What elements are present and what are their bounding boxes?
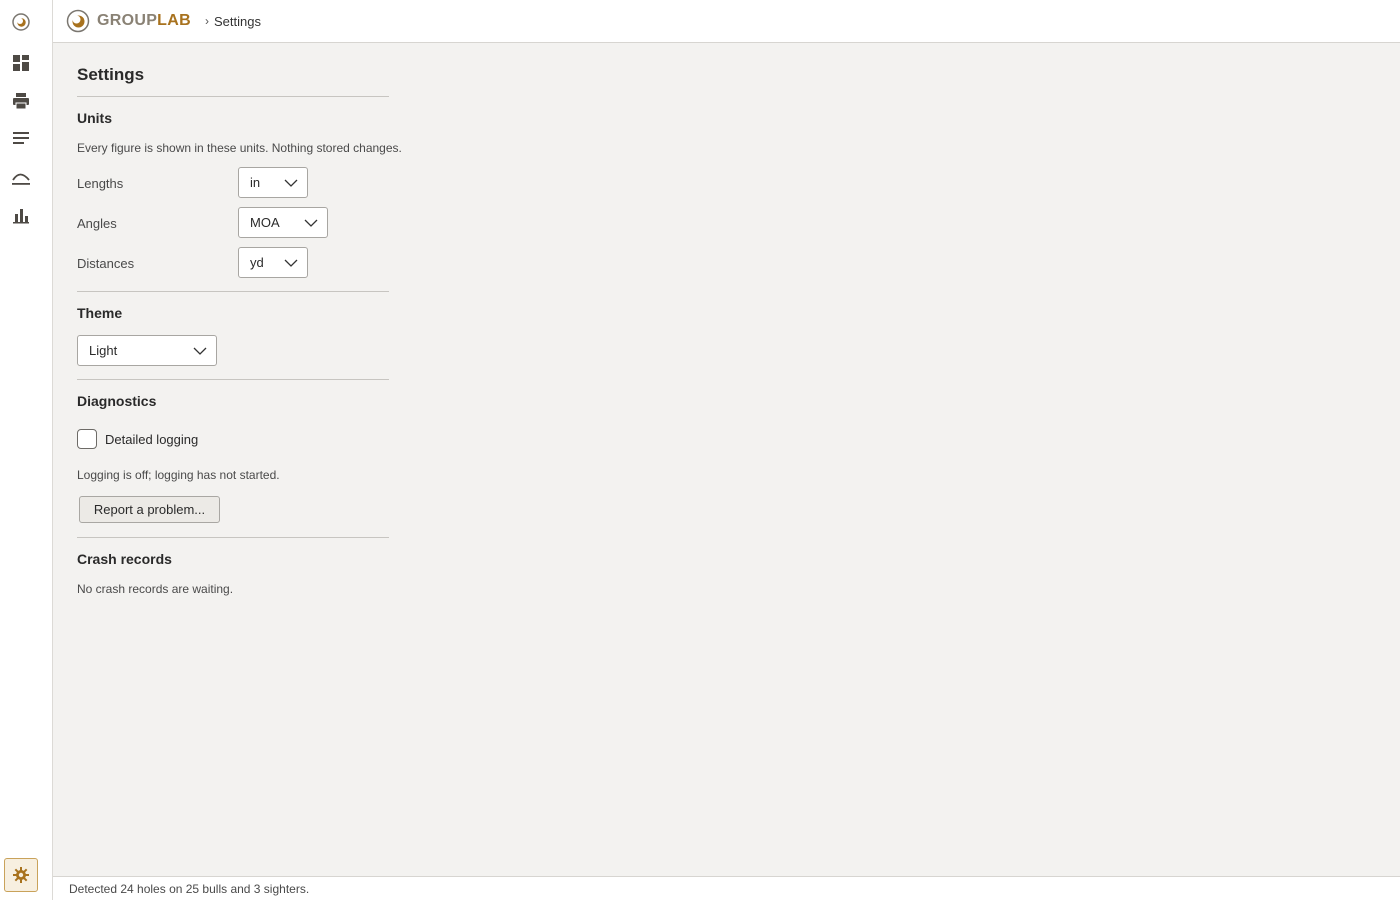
lengths-label: Lengths — [77, 176, 124, 191]
dashboard-grid-icon — [13, 55, 29, 71]
brand-name[interactable]: GROUPLAB — [97, 12, 191, 30]
status-text: Detected 24 holes on 25 bulls and 3 sigh… — [69, 882, 310, 896]
page-title: Settings — [77, 65, 145, 84]
rail-stats-button[interactable] — [8, 202, 34, 228]
diagnostics-section-title: Diagnostics — [77, 393, 157, 409]
report-problem-button[interactable]: Report a problem... — [79, 496, 220, 523]
crash-records-section-title: Crash records — [77, 551, 172, 567]
left-rail — [0, 0, 53, 900]
chevron-down-icon — [304, 219, 318, 227]
theme-section-title: Theme — [77, 305, 123, 321]
divider — [77, 379, 389, 380]
chevron-down-icon — [284, 259, 298, 267]
distances-label: Distances — [77, 256, 135, 271]
brand-logo-icon — [66, 9, 90, 33]
chevron-down-icon — [284, 179, 298, 187]
rail-home-button[interactable] — [8, 9, 34, 35]
rail-trajectory-button[interactable] — [8, 164, 34, 190]
logo-target-icon — [12, 13, 30, 31]
crash-records-status-text: No crash records are waiting. — [77, 582, 234, 596]
angles-select[interactable]: MOA — [238, 207, 328, 238]
angles-label: Angles — [77, 216, 117, 231]
brand-name-part1: GROUP — [97, 12, 158, 29]
theme-select-value: Light — [89, 343, 118, 358]
lengths-select[interactable]: in — [238, 167, 308, 198]
units-help-text: Every figure is shown in these units. No… — [77, 141, 402, 155]
gear-icon — [13, 867, 29, 883]
breadcrumb-separator: › — [204, 14, 209, 28]
distances-select-value: yd — [250, 255, 264, 270]
bar-chart-icon — [13, 209, 29, 224]
distances-select[interactable]: yd — [238, 247, 308, 278]
trajectory-arc-icon — [12, 173, 30, 185]
units-section-title: Units — [77, 110, 112, 126]
angles-select-value: MOA — [250, 215, 280, 230]
divider — [77, 291, 389, 292]
theme-select[interactable]: Light — [77, 335, 217, 366]
breadcrumb-current: Settings — [213, 13, 261, 29]
divider — [77, 537, 389, 538]
rail-settings-button[interactable] — [4, 858, 38, 892]
lengths-select-value: in — [250, 175, 261, 190]
detailed-logging-checkbox[interactable] — [77, 429, 97, 449]
rail-print-button[interactable] — [8, 88, 34, 114]
status-bar: Detected 24 holes on 25 bulls and 3 sigh… — [53, 876, 1400, 900]
chevron-down-icon — [193, 347, 207, 355]
list-lines-icon — [13, 132, 29, 144]
printer-icon — [13, 93, 29, 110]
detailed-logging-label[interactable]: Detailed logging — [105, 432, 198, 447]
top-bar: GROUPLAB › Settings — [53, 0, 1400, 43]
divider — [77, 96, 389, 97]
brand-name-part2: LAB — [157, 12, 191, 29]
logging-status-text: Logging is off; logging has not started. — [77, 468, 280, 482]
rail-dashboard-button[interactable] — [8, 50, 34, 76]
rail-list-button[interactable] — [8, 125, 34, 151]
